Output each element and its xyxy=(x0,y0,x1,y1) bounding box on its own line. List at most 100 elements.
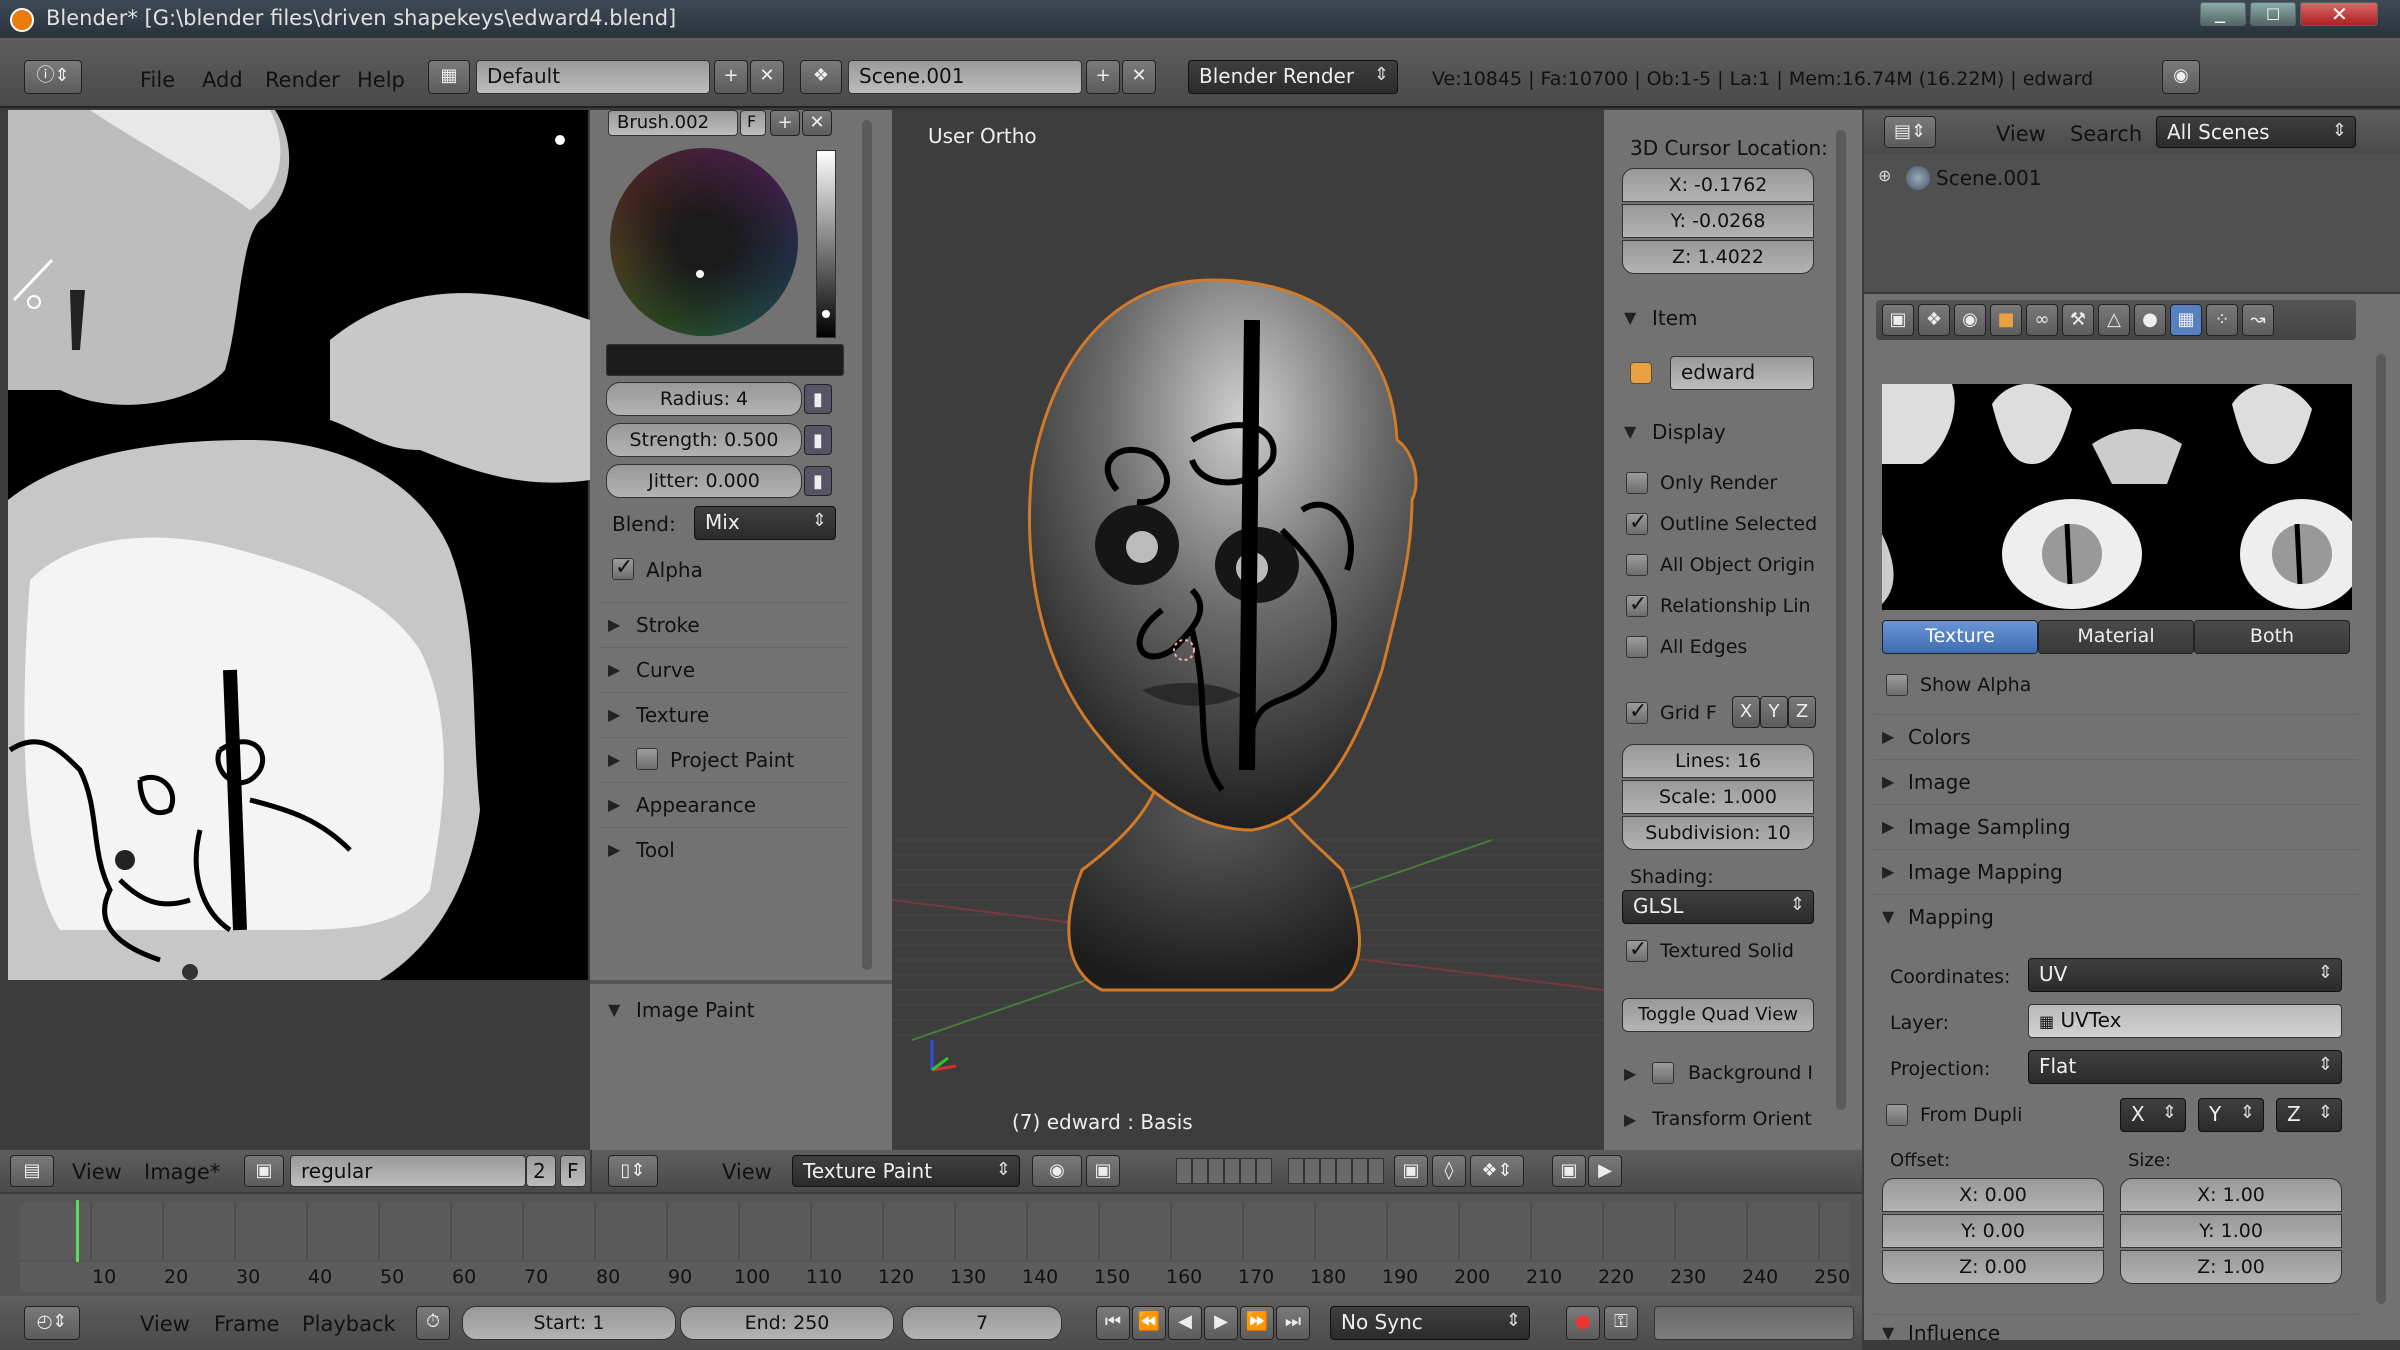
size-y-field[interactable]: Y: 1.00 xyxy=(2120,1214,2342,1248)
image-name-field[interactable]: regular xyxy=(290,1155,526,1187)
object-tab-icon[interactable]: ■ xyxy=(1990,304,2022,336)
timeline-track[interactable] xyxy=(20,1202,1850,1260)
section-mapping[interactable]: ▼ Mapping xyxy=(1874,894,2358,938)
pivot-button[interactable]: ◊ xyxy=(1432,1155,1466,1187)
section-tool[interactable]: ▶ Tool xyxy=(600,827,850,871)
project-paint-checkbox[interactable] xyxy=(636,748,658,770)
all-edges-checkbox[interactable] xyxy=(1626,636,1648,658)
timeline-menu-playback[interactable]: Playback xyxy=(302,1312,396,1336)
viewport-shading-button[interactable]: ◉ xyxy=(1032,1155,1082,1187)
scene-field[interactable]: Scene.001 xyxy=(848,60,1082,94)
projection-z-select[interactable]: Z xyxy=(2276,1098,2342,1132)
timeline[interactable] xyxy=(0,1194,1862,1298)
collapsed-triangle-icon[interactable]: ▶ xyxy=(1624,1064,1636,1083)
image-pin-button[interactable]: F xyxy=(560,1155,586,1187)
offset-y-field[interactable]: Y: 0.00 xyxy=(1882,1214,2104,1248)
preview-tab-texture[interactable]: Texture xyxy=(1882,620,2038,654)
keying-set-field[interactable] xyxy=(1654,1306,1854,1340)
grid-axis-x-toggle[interactable]: X xyxy=(1732,696,1760,728)
jump-start-button[interactable]: ⏮ xyxy=(1096,1306,1130,1340)
sync-mode-select[interactable]: No Sync xyxy=(1330,1306,1530,1340)
show-alpha-checkbox[interactable] xyxy=(1886,674,1908,696)
close-window-button[interactable]: ✕ xyxy=(2300,2,2378,26)
outliner-filter-select[interactable]: All Scenes xyxy=(2156,116,2356,148)
collapsed-triangle-icon[interactable]: ▶ xyxy=(1624,1110,1636,1129)
jitter-pressure-toggle[interactable]: ▮ xyxy=(804,466,832,496)
blend-select[interactable]: Mix xyxy=(694,506,836,540)
display-section-title[interactable]: Display xyxy=(1652,420,1726,444)
screen-layout-field[interactable]: Default xyxy=(476,60,710,94)
blender-icon[interactable]: ◉ xyxy=(2162,60,2200,94)
outliner-expand-icon[interactable]: ⊕ xyxy=(1878,166,1891,185)
radius-pressure-toggle[interactable]: ▮ xyxy=(804,384,832,414)
grid-scale-field[interactable]: Scale: 1.000 xyxy=(1622,780,1814,814)
camera-view-button[interactable]: ▶ xyxy=(1588,1155,1622,1187)
only-render-checkbox[interactable] xyxy=(1626,472,1648,494)
outliner-menu-view[interactable]: View xyxy=(1996,122,2046,146)
shading-select[interactable]: GLSL xyxy=(1622,890,1814,924)
offset-z-field[interactable]: Z: 0.00 xyxy=(1882,1250,2104,1284)
3d-viewport[interactable]: User Ortho (7) edward: Basis xyxy=(892,110,1604,1150)
menu-help[interactable]: Help xyxy=(357,68,405,92)
timeline-editor-type-button[interactable]: ◴⇕ xyxy=(24,1306,80,1340)
screen-layout-icon[interactable]: ▦ xyxy=(428,60,470,94)
menu-file[interactable]: File xyxy=(140,68,175,92)
projection-x-select[interactable]: X xyxy=(2120,1098,2186,1132)
cursor-z-field[interactable]: Z: 1.4022 xyxy=(1622,240,1814,274)
section-image[interactable]: ▶ Image xyxy=(1874,759,2358,803)
brush-color-swatch[interactable] xyxy=(606,344,844,376)
viewport-menu-view[interactable]: View xyxy=(722,1160,772,1184)
offset-x-field[interactable]: X: 0.00 xyxy=(1882,1178,2104,1212)
background-images-label[interactable]: Background I xyxy=(1688,1062,1813,1084)
cursor-x-field[interactable]: X: -0.1762 xyxy=(1622,168,1814,202)
data-tab-icon[interactable]: △ xyxy=(2098,304,2130,336)
item-section-title[interactable]: Item xyxy=(1652,306,1698,330)
mode-select[interactable]: Texture Paint xyxy=(792,1155,1020,1187)
section-image-mapping[interactable]: ▶ Image Mapping xyxy=(1874,849,2358,893)
world-tab-icon[interactable]: ◉ xyxy=(1954,304,1986,336)
projection-select[interactable]: Flat xyxy=(2028,1050,2342,1084)
brush-name-field[interactable]: Brush.002 xyxy=(608,110,738,136)
current-frame-marker[interactable] xyxy=(76,1200,79,1264)
record-button[interactable]: ● xyxy=(1566,1306,1600,1340)
jump-keyframe-back-button[interactable]: ⏪ xyxy=(1132,1306,1166,1340)
preview-tab-both[interactable]: Both xyxy=(2194,620,2350,654)
snap-button[interactable]: ❖⇕ xyxy=(1470,1155,1524,1187)
menu-add[interactable]: Add xyxy=(202,68,243,92)
delete-screen-button[interactable]: ✕ xyxy=(750,60,784,94)
jump-keyframe-forward-button[interactable]: ⏩ xyxy=(1240,1306,1274,1340)
strength-pressure-toggle[interactable]: ▮ xyxy=(804,425,832,455)
coordinates-select[interactable]: UV xyxy=(2028,958,2342,992)
expanded-triangle-icon[interactable]: ▼ xyxy=(1624,308,1636,327)
modifiers-tab-icon[interactable]: ⚒ xyxy=(2062,304,2094,336)
end-frame-field[interactable]: End: 250 xyxy=(680,1306,894,1340)
play-reverse-button[interactable]: ◀ xyxy=(1168,1306,1202,1340)
section-colors[interactable]: ▶ Colors xyxy=(1874,714,2358,758)
expanded-triangle-icon[interactable]: ▼ xyxy=(1624,422,1636,441)
image-menu-image[interactable]: Image* xyxy=(144,1160,220,1184)
lock-camera-button[interactable]: ▣ xyxy=(1394,1155,1428,1187)
radius-slider[interactable]: Radius: 4 xyxy=(606,382,802,416)
editor-type-button[interactable]: ⓘ⇕ xyxy=(24,60,82,94)
constraints-tab-icon[interactable]: ∞ xyxy=(2026,304,2058,336)
maximize-button[interactable]: □ xyxy=(2250,2,2296,26)
image-editor-type-button[interactable]: ▤ xyxy=(10,1155,54,1187)
particles-tab-icon[interactable]: ⁘ xyxy=(2206,304,2238,336)
section-curve[interactable]: ▶ Curve xyxy=(600,647,850,691)
cursor-y-field[interactable]: Y: -0.0268 xyxy=(1622,204,1814,238)
image-editor[interactable] xyxy=(0,110,590,1150)
section-influence[interactable]: ▼ Influence xyxy=(1874,1314,2358,1340)
viewport-editor-type-button[interactable]: ▯⇕ xyxy=(608,1155,658,1187)
tool-shelf-divider[interactable] xyxy=(590,980,892,984)
outline-selected-checkbox[interactable] xyxy=(1626,510,1648,535)
material-tab-icon[interactable]: ● xyxy=(2134,304,2166,336)
n-panel-scrollbar[interactable] xyxy=(1836,130,1846,1110)
section-project-paint[interactable]: ▶ Project Paint xyxy=(600,737,850,781)
value-slider-handle[interactable] xyxy=(822,310,830,318)
section-image-paint[interactable]: ▼ Image Paint xyxy=(600,988,850,1032)
preview-tab-material[interactable]: Material xyxy=(2038,620,2194,654)
uv-texture-canvas[interactable] xyxy=(0,110,590,1150)
section-image-sampling[interactable]: ▶ Image Sampling xyxy=(1874,804,2358,848)
minimize-button[interactable]: _ xyxy=(2200,0,2246,26)
render-preview-button[interactable]: ▣ xyxy=(1552,1155,1586,1187)
